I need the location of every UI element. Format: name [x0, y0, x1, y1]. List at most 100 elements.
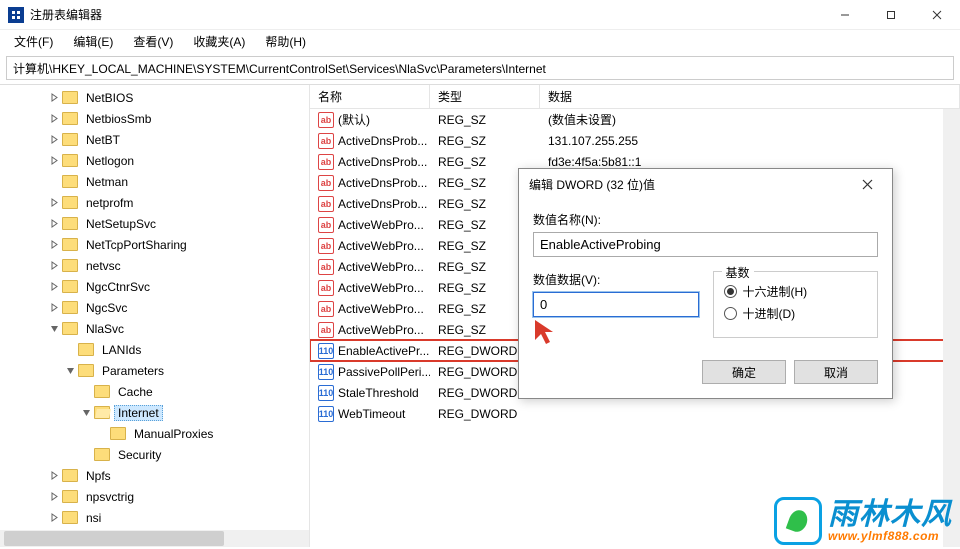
tree-item[interactable]: NetBT	[0, 129, 309, 150]
close-button[interactable]	[914, 0, 960, 30]
tree-item-label: ManualProxies	[130, 426, 217, 442]
tree-item[interactable]: Netlogon	[0, 150, 309, 171]
maximize-button[interactable]	[868, 0, 914, 30]
radix-dec-label: 十进制(D)	[743, 305, 796, 322]
tree-item[interactable]: NlaSvc	[0, 318, 309, 339]
tree-item-label: npsvctrig	[82, 489, 138, 505]
tree-item[interactable]: nsi	[0, 507, 309, 528]
value-data-input[interactable]	[533, 292, 699, 317]
tree-item[interactable]: NgcCtnrSvc	[0, 276, 309, 297]
expander-icon[interactable]	[48, 302, 60, 314]
tree-item-label: nsi	[82, 510, 105, 526]
menu-help[interactable]: 帮助(H)	[255, 31, 316, 52]
tree-item-label: Npfs	[82, 468, 115, 484]
expander-icon[interactable]	[48, 323, 60, 335]
expander-icon[interactable]	[80, 449, 92, 461]
value-type-icon: ab	[318, 322, 334, 338]
expander-icon[interactable]	[64, 344, 76, 356]
radio-icon	[724, 307, 737, 320]
expander-icon[interactable]	[48, 197, 60, 209]
expander-icon[interactable]	[96, 428, 108, 440]
expander-icon[interactable]	[48, 113, 60, 125]
column-header-type[interactable]: 类型	[430, 85, 540, 108]
folder-icon	[62, 511, 78, 524]
folder-icon	[62, 280, 78, 293]
tree-item[interactable]: LANIds	[0, 339, 309, 360]
menu-favorites[interactable]: 收藏夹(A)	[183, 31, 255, 52]
dialog-title: 编辑 DWORD (32 位)值	[529, 176, 852, 193]
tree-item[interactable]: NetTcpPortSharing	[0, 234, 309, 255]
expander-icon[interactable]	[48, 470, 60, 482]
value-row[interactable]: 110WebTimeoutREG_DWORD	[310, 403, 960, 424]
radix-hex-option[interactable]: 十六进制(H)	[724, 283, 868, 300]
expander-icon[interactable]	[48, 218, 60, 230]
expander-icon[interactable]	[48, 134, 60, 146]
value-data: (数值未设置)	[540, 111, 960, 128]
expander-icon[interactable]	[48, 260, 60, 272]
value-type-icon: ab	[318, 217, 334, 233]
expander-icon[interactable]	[80, 386, 92, 398]
value-name: ActiveWebPro...	[338, 281, 424, 295]
expander-icon[interactable]	[48, 281, 60, 293]
folder-icon	[94, 448, 110, 461]
folder-icon	[78, 364, 94, 377]
tree-item[interactable]: Parameters	[0, 360, 309, 381]
tree-horizontal-scrollbar[interactable]	[0, 530, 309, 547]
folder-icon	[62, 196, 78, 209]
value-name: ActiveWebPro...	[338, 260, 424, 274]
expander-icon[interactable]	[80, 407, 92, 419]
tree-item[interactable]: Cache	[0, 381, 309, 402]
app-icon	[8, 7, 24, 23]
value-name: ActiveDnsProb...	[338, 197, 427, 211]
base-fieldset: 基数 十六进制(H) 十进制(D)	[713, 271, 879, 338]
tree-item[interactable]: NgcSvc	[0, 297, 309, 318]
tree-item[interactable]: netvsc	[0, 255, 309, 276]
tree-item[interactable]: NetBIOS	[0, 87, 309, 108]
tree-item[interactable]: Security	[0, 444, 309, 465]
cancel-button[interactable]: 取消	[794, 360, 878, 384]
dialog-close-button[interactable]	[852, 171, 882, 197]
folder-icon	[62, 469, 78, 482]
column-header-name[interactable]: 名称	[310, 85, 430, 108]
expander-icon[interactable]	[48, 239, 60, 251]
value-name: ActiveDnsProb...	[338, 134, 427, 148]
tree-item[interactable]: Npfs	[0, 465, 309, 486]
expander-icon[interactable]	[48, 92, 60, 104]
tree-item[interactable]: npsvctrig	[0, 486, 309, 507]
menu-edit[interactable]: 编辑(E)	[63, 31, 123, 52]
ok-button[interactable]: 确定	[702, 360, 786, 384]
list-vertical-scrollbar[interactable]	[943, 109, 960, 547]
expander-icon[interactable]	[64, 365, 76, 377]
value-name: ActiveWebPro...	[338, 239, 424, 253]
value-name-input[interactable]	[533, 232, 878, 257]
tree-item-label: NgcSvc	[82, 300, 131, 316]
menu-view[interactable]: 查看(V)	[123, 31, 183, 52]
registry-tree[interactable]: NetBIOSNetbiosSmbNetBTNetlogonNetmannetp…	[0, 87, 309, 547]
dialog-titlebar[interactable]: 编辑 DWORD (32 位)值	[519, 169, 892, 199]
expander-icon[interactable]	[48, 491, 60, 503]
expander-icon[interactable]	[48, 176, 60, 188]
column-header-data[interactable]: 数据	[540, 85, 960, 108]
tree-item[interactable]: NetbiosSmb	[0, 108, 309, 129]
value-row[interactable]: abActiveDnsProb...REG_SZ131.107.255.255	[310, 130, 960, 151]
radix-dec-option[interactable]: 十进制(D)	[724, 305, 868, 322]
window-titlebar: 注册表编辑器	[0, 0, 960, 30]
tree-item[interactable]: Internet	[0, 402, 309, 423]
value-type-icon: ab	[318, 175, 334, 191]
value-data-label: 数值数据(V):	[533, 271, 699, 288]
tree-item[interactable]: NetSetupSvc	[0, 213, 309, 234]
tree-item[interactable]: Netman	[0, 171, 309, 192]
expander-icon[interactable]	[48, 155, 60, 167]
value-row[interactable]: ab(默认)REG_SZ(数值未设置)	[310, 109, 960, 130]
base-legend: 基数	[722, 264, 754, 281]
value-name: StaleThreshold	[338, 386, 419, 400]
minimize-button[interactable]	[822, 0, 868, 30]
tree-item[interactable]: netprofm	[0, 192, 309, 213]
address-bar[interactable]: 计算机\HKEY_LOCAL_MACHINE\SYSTEM\CurrentCon…	[6, 56, 954, 80]
folder-icon	[62, 91, 78, 104]
expander-icon[interactable]	[48, 512, 60, 524]
menu-file[interactable]: 文件(F)	[4, 31, 63, 52]
folder-icon	[62, 154, 78, 167]
tree-item[interactable]: ManualProxies	[0, 423, 309, 444]
tree-item-label: netvsc	[82, 258, 125, 274]
